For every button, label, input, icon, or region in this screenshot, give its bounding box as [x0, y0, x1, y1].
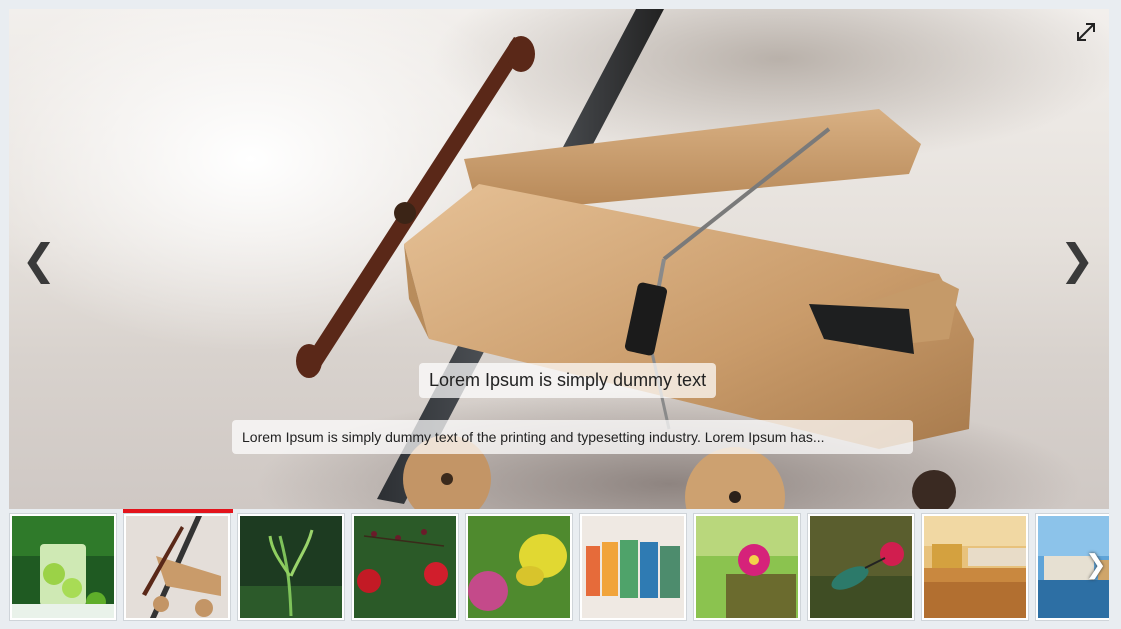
chevron-right-icon: ❯ [1059, 235, 1095, 284]
chevron-right-icon: ❯ [1085, 550, 1107, 580]
thumbnail-colored-glasses[interactable] [579, 513, 687, 621]
thumbnail-lime-drink[interactable] [9, 513, 117, 621]
thumbnail-red-flowers[interactable] [351, 513, 459, 621]
thumbnail-hummingbird[interactable] [807, 513, 915, 621]
thumbnail-green-sprout[interactable] [237, 513, 345, 621]
slide-caption-text: Lorem Ipsum is simply dummy text of the … [232, 420, 913, 454]
main-slide[interactable]: ❮ ❯ Lorem Ipsum is simply dummy text Lor… [9, 9, 1109, 509]
thumbnail-pink-flower-on-stump[interactable] [693, 513, 801, 621]
thumbnail-strip: ❯ [9, 509, 1109, 621]
next-slide-button[interactable]: ❯ [1057, 235, 1097, 285]
previous-slide-button[interactable]: ❮ [19, 235, 59, 285]
slide-caption-title: Lorem Ipsum is simply dummy text [419, 363, 717, 398]
thumbnail-golden-temple[interactable] [921, 513, 1029, 621]
fullscreen-icon[interactable] [1073, 19, 1099, 45]
chevron-left-icon: ❮ [21, 235, 57, 284]
thumbnail-next-button[interactable]: ❯ [1085, 545, 1107, 585]
thumbnail-wooden-toy-plane[interactable] [123, 513, 231, 621]
thumbnail-butterfly-on-clover[interactable] [465, 513, 573, 621]
